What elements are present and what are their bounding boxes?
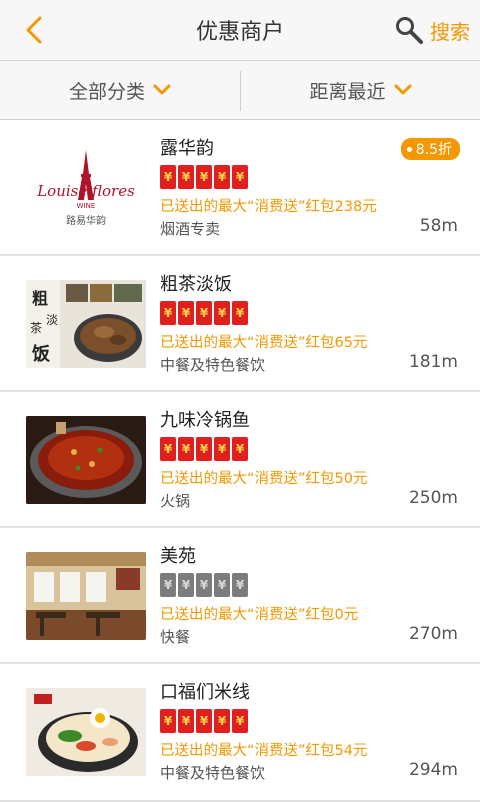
merchant-category: 烟酒专卖 xyxy=(160,220,221,238)
red-packet-icon: ¥ xyxy=(178,301,194,325)
red-packet-icon: ¥ xyxy=(196,301,212,325)
red-packet-rating: ¥ ¥ ¥ ¥ ¥ xyxy=(160,301,248,327)
red-packet-icon: ¥ xyxy=(232,301,248,325)
merchant-category: 快餐 xyxy=(160,628,191,646)
merchant-photo: 粗 淡 茶 饭 xyxy=(26,280,146,368)
search-label: 搜索 xyxy=(430,19,470,44)
top-bar: 优惠商户 搜索 xyxy=(0,0,480,61)
red-packet-icon: ¥ xyxy=(232,437,248,461)
red-packet-icon: ¥ xyxy=(178,709,194,733)
gray-packet-icon: ¥ xyxy=(196,573,212,597)
red-packet-icon: ¥ xyxy=(196,437,212,461)
gray-packet-icon: ¥ xyxy=(160,573,176,597)
merchant-photo xyxy=(26,688,146,776)
svg-text:饭: 饭 xyxy=(31,343,50,365)
merchant-distance: 270m xyxy=(408,624,458,644)
svg-text:粗: 粗 xyxy=(32,289,48,308)
red-packet-icon: ¥ xyxy=(160,709,176,733)
red-packet-icon: ¥ xyxy=(214,301,230,325)
svg-text:WINE: WINE xyxy=(77,202,96,210)
discount-badge-label: 8.5折 xyxy=(415,142,452,158)
red-packet-rating: ¥ ¥ ¥ ¥ ¥ xyxy=(160,709,248,735)
red-packet-rating: ¥ ¥ ¥ ¥ ¥ xyxy=(160,573,248,599)
sort-filter-label: 距离最近 xyxy=(309,80,386,103)
merchant-row[interactable]: Louise flores WINE 路易华韵 露华韵 8.5折 ¥ ¥ ¥ ¥… xyxy=(0,120,480,256)
red-packet-icon: ¥ xyxy=(160,165,176,189)
red-packet-icon: ¥ xyxy=(214,165,230,189)
svg-text:茶: 茶 xyxy=(30,320,42,335)
gray-packet-icon: ¥ xyxy=(232,573,248,597)
chevron-down-icon xyxy=(394,84,411,95)
red-packet-icon: ¥ xyxy=(214,709,230,733)
promo-text: 已送出的最大“消费送”红包65元 xyxy=(160,335,368,351)
discount-badge: 8.5折 xyxy=(400,138,460,160)
search-button[interactable]: 搜索 xyxy=(394,14,470,46)
svg-text:Louise flores: Louise flores xyxy=(36,182,135,200)
merchant-distance: 250m xyxy=(408,488,458,508)
promo-text: 已送出的最大“消费送”红包54元 xyxy=(160,743,368,759)
svg-text:淡: 淡 xyxy=(46,313,58,327)
merchant-category: 火锅 xyxy=(160,492,191,510)
red-packet-icon: ¥ xyxy=(178,437,194,461)
merchant-name: 口福们米线 xyxy=(160,682,250,703)
red-packet-icon: ¥ xyxy=(232,165,248,189)
magnifier-icon xyxy=(396,17,423,44)
red-packet-icon: ¥ xyxy=(178,165,194,189)
red-packet-icon: ¥ xyxy=(232,709,248,733)
promo-text: 已送出的最大“消费送”红包0元 xyxy=(160,607,359,623)
merchant-logo: Louise flores WINE 路易华韵 xyxy=(26,144,146,232)
chevron-down-icon xyxy=(153,84,171,95)
merchant-row[interactable]: 口福们米线 ¥ ¥ ¥ ¥ ¥ 已送出的最大“消费送”红包54元 中餐及特色餐饮… xyxy=(0,664,480,802)
red-packet-icon: ¥ xyxy=(160,437,176,461)
merchant-row[interactable]: 九味冷锅鱼 ¥ ¥ ¥ ¥ ¥ 已送出的最大“消费送”红包50元 火锅 250m xyxy=(0,392,480,528)
merchant-photo xyxy=(26,416,146,504)
filter-bar: 全部分类 距离最近 xyxy=(0,61,480,120)
gray-packet-icon: ¥ xyxy=(178,573,194,597)
promo-text: 已送出的最大“消费送”红包50元 xyxy=(160,471,368,487)
merchant-distance: 181m xyxy=(408,352,458,372)
red-packet-icon: ¥ xyxy=(196,165,212,189)
promo-text: 已送出的最大“消费送”红包238元 xyxy=(160,199,377,215)
merchant-name: 九味冷锅鱼 xyxy=(160,410,250,431)
sort-filter[interactable]: 距离最近 xyxy=(241,61,480,119)
merchant-distance: 294m xyxy=(408,760,458,780)
gray-packet-icon: ¥ xyxy=(214,573,230,597)
merchant-name: 粗茶淡饭 xyxy=(160,274,232,295)
red-packet-icon: ¥ xyxy=(214,437,230,461)
merchant-row[interactable]: 粗 淡 茶 饭 粗茶淡饭 ¥ ¥ ¥ ¥ ¥ 已送出的最大“消费送”红包65元 … xyxy=(0,256,480,392)
merchant-category: 中餐及特色餐饮 xyxy=(160,356,266,374)
svg-text:路易华韵: 路易华韵 xyxy=(66,214,106,227)
merchant-name: 美苑 xyxy=(160,546,196,567)
merchant-row[interactable]: 美苑 ¥ ¥ ¥ ¥ ¥ 已送出的最大“消费送”红包0元 快餐 270m xyxy=(0,528,480,664)
merchant-name: 露华韵 xyxy=(160,138,214,159)
category-filter[interactable]: 全部分类 xyxy=(0,61,240,119)
red-packet-icon: ¥ xyxy=(160,301,176,325)
category-filter-label: 全部分类 xyxy=(68,80,145,103)
merchant-category: 中餐及特色餐饮 xyxy=(160,764,266,782)
red-packet-rating: ¥ ¥ ¥ ¥ ¥ xyxy=(160,437,248,463)
red-packet-rating: ¥ ¥ ¥ ¥ ¥ xyxy=(160,165,248,191)
merchant-distance: 58m xyxy=(419,216,458,236)
badge-dot xyxy=(406,146,412,152)
merchant-photo xyxy=(26,552,146,640)
red-packet-icon: ¥ xyxy=(196,709,212,733)
